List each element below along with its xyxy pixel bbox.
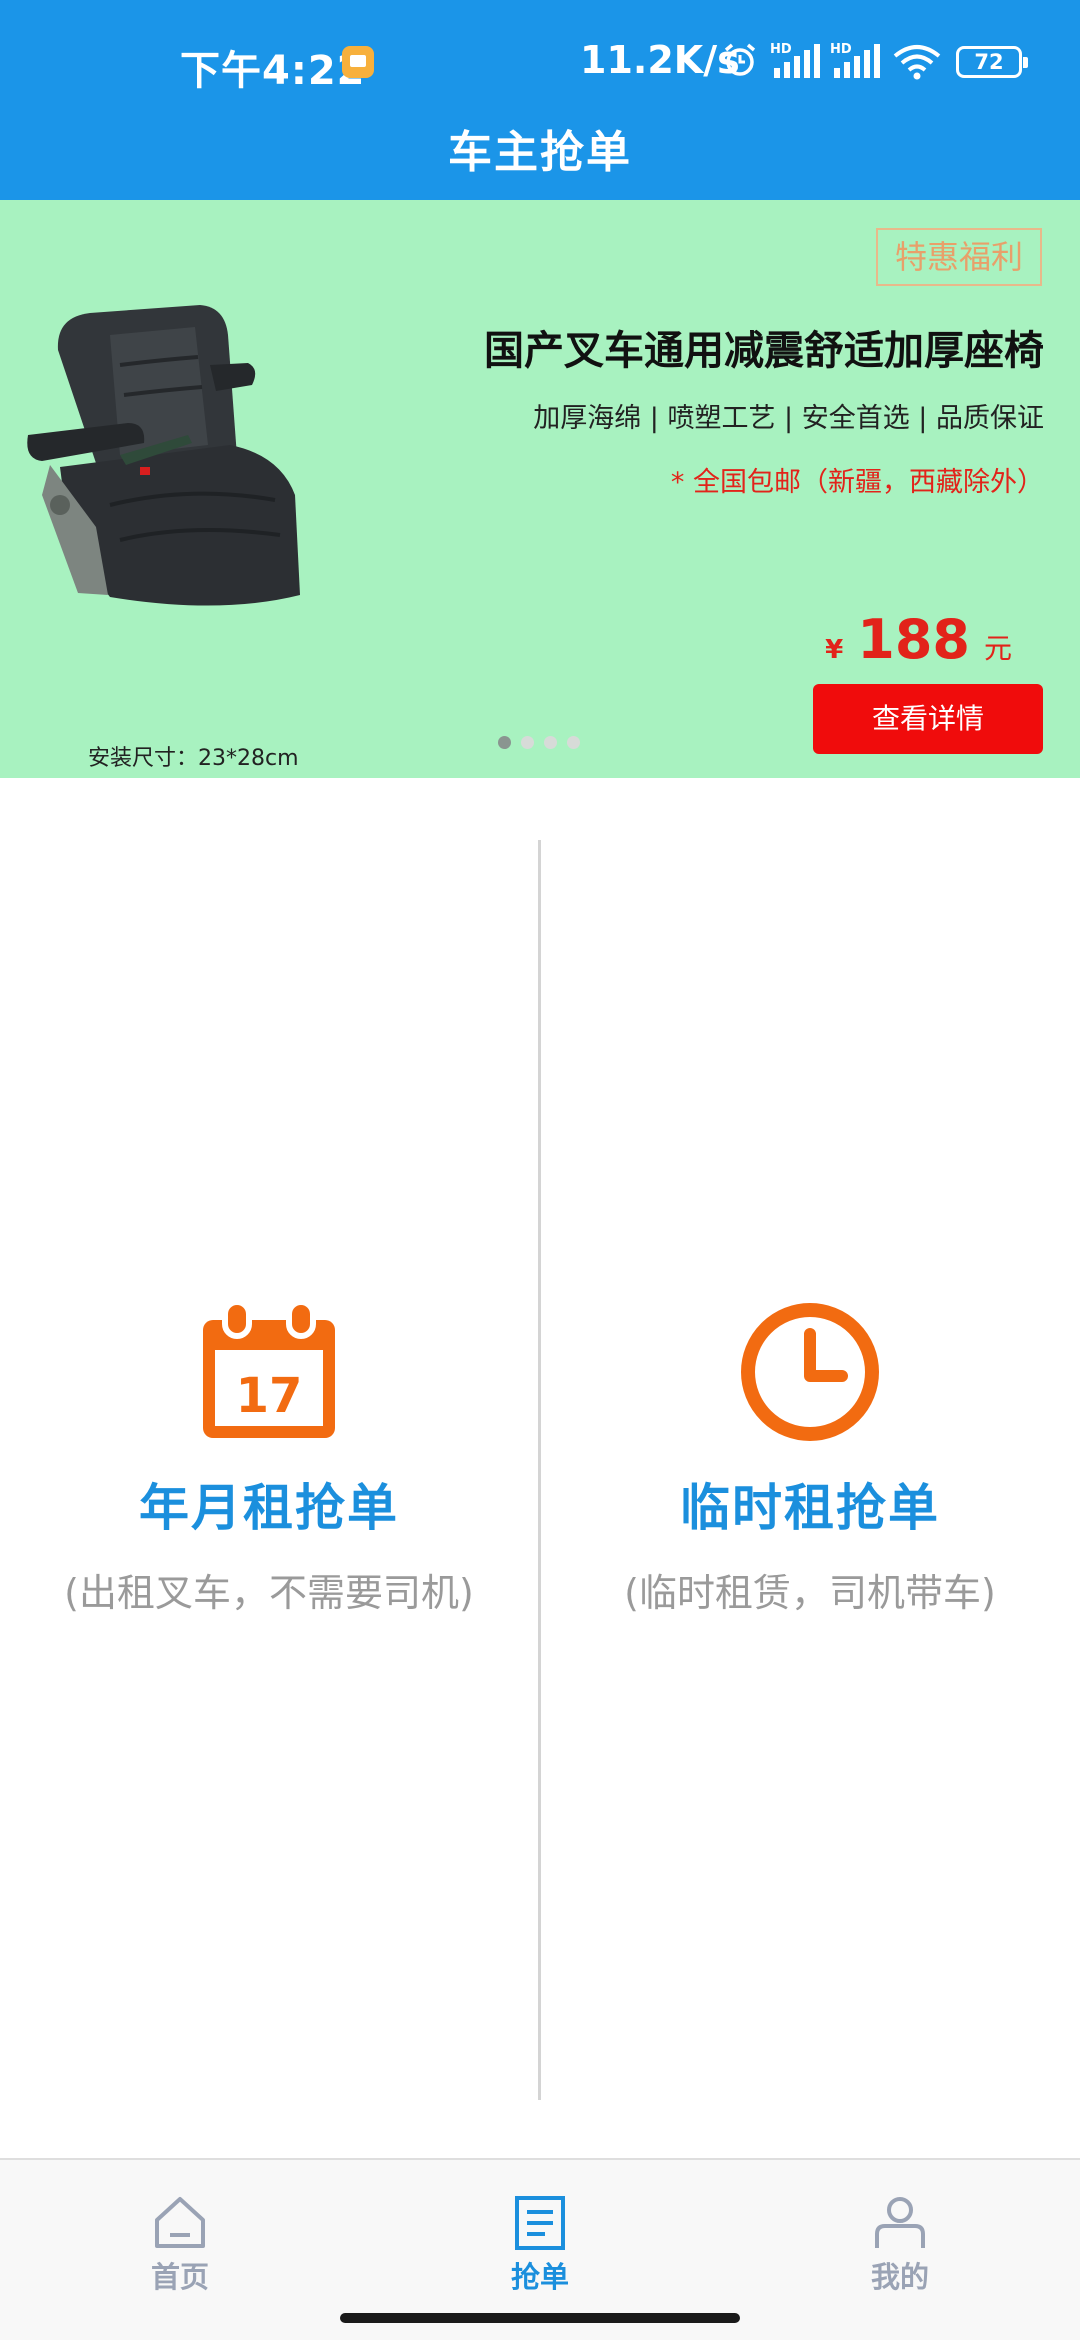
network-speed: 11.2K/s — [580, 38, 740, 82]
option-title: 临时租抢单 — [680, 1479, 940, 1537]
price-value: 188 — [857, 608, 970, 671]
nav-item-profile[interactable]: 我的 — [800, 2194, 1000, 2296]
wifi-icon — [893, 45, 941, 80]
cellular-signal-2-icon: HD — [830, 42, 880, 78]
price-unit: 元 — [983, 632, 1012, 665]
carousel-dot[interactable] — [544, 736, 557, 749]
carousel-dot[interactable] — [567, 736, 580, 749]
status-bar: 下午4:22 11.2K/s HD HD 72 — [0, 0, 1080, 120]
forklift-seat-image — [27, 305, 300, 606]
currency-symbol: ¥ — [825, 635, 844, 665]
promo-tag: 特惠福利 — [876, 228, 1042, 286]
option-title: 年月租抢单 — [139, 1479, 399, 1537]
calendar-icon: 17 — [203, 1300, 335, 1438]
install-size: 安装尺寸：23*28cm — [88, 746, 299, 771]
battery-icon: 72 — [956, 46, 1028, 78]
clock-icon — [741, 1303, 879, 1441]
svg-text:HD: HD — [830, 42, 852, 57]
shipping-note: * 全国包邮（新疆，西藏除外） — [670, 467, 1044, 498]
nav-item-home[interactable]: 首页 — [80, 2194, 280, 2296]
calendar-day: 17 — [236, 1368, 303, 1424]
carousel-dot[interactable] — [498, 736, 511, 749]
cellular-signal-icon: HD — [770, 42, 820, 78]
svg-text:HD: HD — [770, 42, 792, 57]
carousel-dot[interactable] — [521, 736, 534, 749]
status-time: 下午4:22 — [180, 48, 366, 94]
home-icon — [155, 2197, 205, 2248]
user-icon — [875, 2197, 925, 2248]
document-icon — [515, 2196, 565, 2250]
home-indicator[interactable] — [340, 2313, 740, 2323]
price: ¥ 188 元 — [825, 608, 1012, 671]
temporary-rental-option[interactable]: 临时租抢单 (临时租赁，司机带车) — [541, 1300, 1079, 1640]
nav-label: 我的 — [870, 2260, 929, 2294]
product-title: 国产叉车通用减震舒适加厚座椅 — [484, 328, 1044, 374]
nav-label: 抢单 — [510, 2260, 569, 2294]
nav-label: 首页 — [150, 2260, 209, 2294]
alarm-icon — [724, 43, 756, 76]
option-subtitle: (出租叉车，不需要司机) — [64, 1571, 474, 1615]
promo-banner[interactable]: 安装尺寸：23*28cm 特惠福利 国产叉车通用减震舒适加厚座椅 加厚海绵 | … — [0, 200, 1080, 778]
page-title: 车主抢单 — [448, 127, 632, 178]
nav-item-grab-orders[interactable]: 抢单 — [440, 2194, 640, 2296]
view-details-button[interactable]: 查看详情 — [813, 684, 1043, 754]
monthly-rental-option[interactable]: 17 年月租抢单 (出租叉车，不需要司机) — [0, 1300, 538, 1640]
gallery-notification-icon — [342, 46, 374, 78]
carousel-indicator — [498, 736, 580, 749]
product-features: 加厚海绵 | 喷塑工艺 | 安全首选 | 品质保证 — [533, 403, 1044, 434]
option-subtitle: (临时租赁，司机带车) — [624, 1571, 996, 1615]
app-header: 下午4:22 11.2K/s HD HD 72 车主抢单 — [0, 0, 1080, 200]
